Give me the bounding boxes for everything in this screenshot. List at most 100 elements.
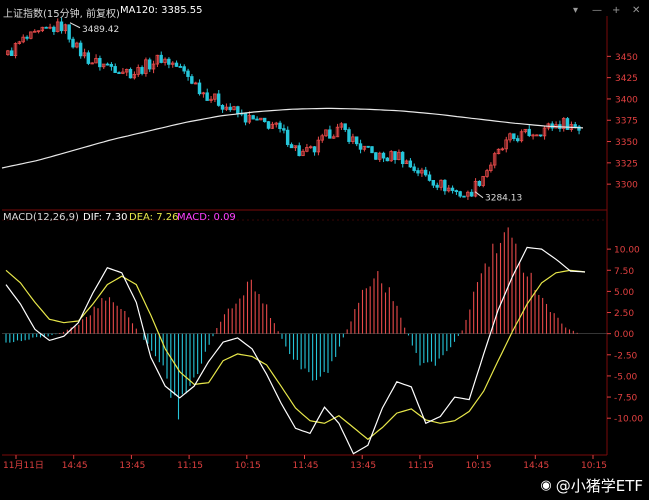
ma-label: MA120: 3385.55 xyxy=(120,5,203,16)
candle xyxy=(255,116,259,121)
candle-body xyxy=(117,72,121,74)
close-icon[interactable]: ✕ xyxy=(632,5,640,16)
minimize-icon[interactable]: — xyxy=(592,5,602,16)
candle xyxy=(435,182,439,191)
candle xyxy=(278,120,282,133)
candle xyxy=(52,25,56,35)
candle xyxy=(282,124,286,134)
candle xyxy=(316,136,321,156)
candle xyxy=(439,179,443,191)
candle xyxy=(67,24,71,43)
candle-body xyxy=(435,184,439,188)
candle-body xyxy=(347,129,351,142)
candle-body xyxy=(167,58,171,65)
price-tick-label: 3350 xyxy=(615,138,638,148)
candle xyxy=(393,151,397,164)
chart-canvas: 3300 3325 3350 3375 3400 3425 3450 10.00 7.50 5.0… xyxy=(1,16,643,471)
candle-body xyxy=(462,195,466,198)
candle xyxy=(339,122,344,130)
candle-body xyxy=(78,42,83,57)
macd-tick-label: -10.00 xyxy=(614,415,643,425)
candle-body xyxy=(477,180,482,186)
candle xyxy=(101,63,106,69)
candle-body xyxy=(285,129,290,145)
macd-tick-label: -5.00 xyxy=(614,372,638,382)
candle xyxy=(136,64,140,77)
candle xyxy=(232,105,236,111)
candle xyxy=(569,121,574,132)
macd-tick-label: 5.00 xyxy=(614,288,634,298)
candle xyxy=(492,151,497,169)
candle-body xyxy=(374,152,378,160)
candle-body xyxy=(538,134,543,137)
candle xyxy=(94,54,98,64)
candle xyxy=(485,168,489,178)
candle xyxy=(404,159,409,165)
candle-body xyxy=(443,179,447,192)
candle-body xyxy=(113,66,117,73)
candle xyxy=(86,50,91,66)
candle xyxy=(519,129,524,143)
price-tick-label: 3400 xyxy=(615,95,638,105)
time-tick-label: 11:15 xyxy=(177,461,203,471)
candle-body xyxy=(67,24,71,40)
candle xyxy=(289,142,294,149)
time-tick-label: 14:45 xyxy=(62,461,88,471)
candle xyxy=(167,57,171,69)
time-tick-label: 10:15 xyxy=(581,461,607,471)
candle-body xyxy=(178,66,183,68)
candle xyxy=(305,143,309,153)
candle-body xyxy=(251,115,255,120)
candle-body xyxy=(216,93,221,106)
candle xyxy=(9,47,14,57)
settings-icon[interactable]: ▾ xyxy=(573,5,578,16)
time-tick-label: 13:45 xyxy=(350,461,376,471)
candle xyxy=(124,68,129,76)
candle xyxy=(140,65,144,76)
candle-body xyxy=(370,146,374,154)
candle-body xyxy=(25,36,29,39)
candle xyxy=(59,17,64,34)
candle xyxy=(335,123,340,138)
candle xyxy=(262,117,267,123)
candle xyxy=(105,62,110,66)
candle xyxy=(147,57,152,73)
candle xyxy=(531,133,535,140)
macd-dea-label: DEA: 7.26 xyxy=(129,212,179,223)
candle-body xyxy=(343,123,347,131)
candle-body xyxy=(52,26,56,32)
candle xyxy=(236,105,240,118)
time-tick-label: 13:45 xyxy=(119,461,145,471)
candle xyxy=(197,79,202,96)
candle-body xyxy=(205,92,209,101)
price-tick-label: 3375 xyxy=(615,117,638,127)
candle xyxy=(13,42,18,59)
candle xyxy=(408,158,413,168)
candle xyxy=(489,162,493,173)
candle xyxy=(496,148,501,155)
low-pointer xyxy=(474,191,484,199)
candle-body xyxy=(423,169,428,176)
high-pointer xyxy=(69,22,81,29)
candle-body xyxy=(469,191,474,197)
candle xyxy=(6,49,10,56)
candle xyxy=(377,151,382,163)
candle-body xyxy=(412,166,416,171)
candle xyxy=(193,81,198,85)
price-tick-label: 3300 xyxy=(615,181,638,191)
candle xyxy=(25,35,29,41)
candle xyxy=(243,112,248,126)
candle-body xyxy=(512,133,516,139)
candle-body xyxy=(565,118,570,130)
time-tick-label: 14:45 xyxy=(523,461,549,471)
candle xyxy=(347,127,351,144)
candle xyxy=(251,114,255,120)
candle xyxy=(454,189,459,195)
candle xyxy=(397,149,401,161)
candle xyxy=(328,125,332,139)
candle-body xyxy=(44,26,48,29)
candle-body xyxy=(278,122,282,130)
candle xyxy=(297,142,301,157)
price-tick-label: 3325 xyxy=(615,159,638,169)
add-icon[interactable]: + xyxy=(612,5,620,16)
